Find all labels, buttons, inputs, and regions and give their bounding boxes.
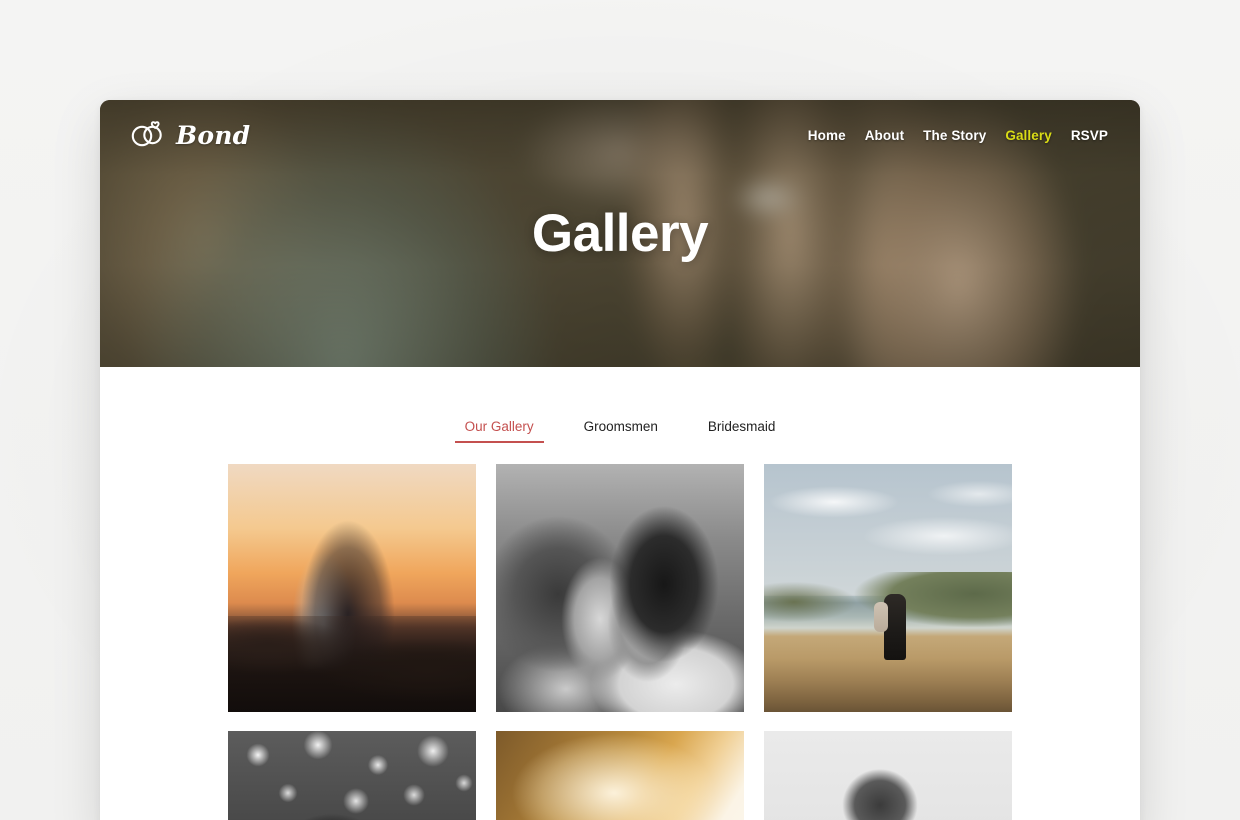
brand-logo[interactable]: Bond [128,117,250,154]
tab-groomsmen[interactable]: Groomsmen [574,419,668,443]
gallery-grid [227,464,1013,820]
photo-image-man-with-glasses [763,731,1012,820]
gallery-photo-2[interactable] [495,464,744,712]
photo-image-beach-dance [763,464,1012,712]
gallery-photo-5[interactable] [495,731,744,820]
hero-section: Bond Home About The Story Gallery RSVP G… [100,100,1140,367]
photo-image-bw-couple [495,464,744,712]
website-card: Bond Home About The Story Gallery RSVP G… [100,100,1140,820]
beach-couple-silhouette [873,594,906,660]
gallery-photo-1[interactable] [227,464,476,712]
nav-item-home[interactable]: Home [808,128,846,143]
page-title: Gallery [531,204,709,263]
photo-image-sunset-couple [227,464,476,712]
nav-item-gallery[interactable]: Gallery [1005,128,1051,143]
gallery-content: Our Gallery Groomsmen Bridesmaid [100,367,1140,820]
main-navigation: Home About The Story Gallery RSVP [808,128,1108,143]
wedding-rings-heart-icon [128,117,168,154]
tab-our-gallery[interactable]: Our Gallery [454,419,544,443]
nav-item-about[interactable]: About [865,128,904,143]
brand-name: Bond [176,120,251,150]
gallery-tab-bar: Our Gallery Groomsmen Bridesmaid [100,419,1140,443]
gallery-photo-6[interactable] [763,731,1012,820]
tab-bridesmaid[interactable]: Bridesmaid [698,419,786,443]
gallery-photo-4[interactable] [227,731,476,820]
gallery-photo-3[interactable] [763,464,1012,712]
photo-image-golden-hillside [495,731,744,820]
nav-item-the-story[interactable]: The Story [923,128,986,143]
photo-image-bw-bokeh [227,731,476,820]
top-navigation-bar: Bond Home About The Story Gallery RSVP [100,100,1140,170]
nav-item-rsvp[interactable]: RSVP [1071,128,1108,143]
